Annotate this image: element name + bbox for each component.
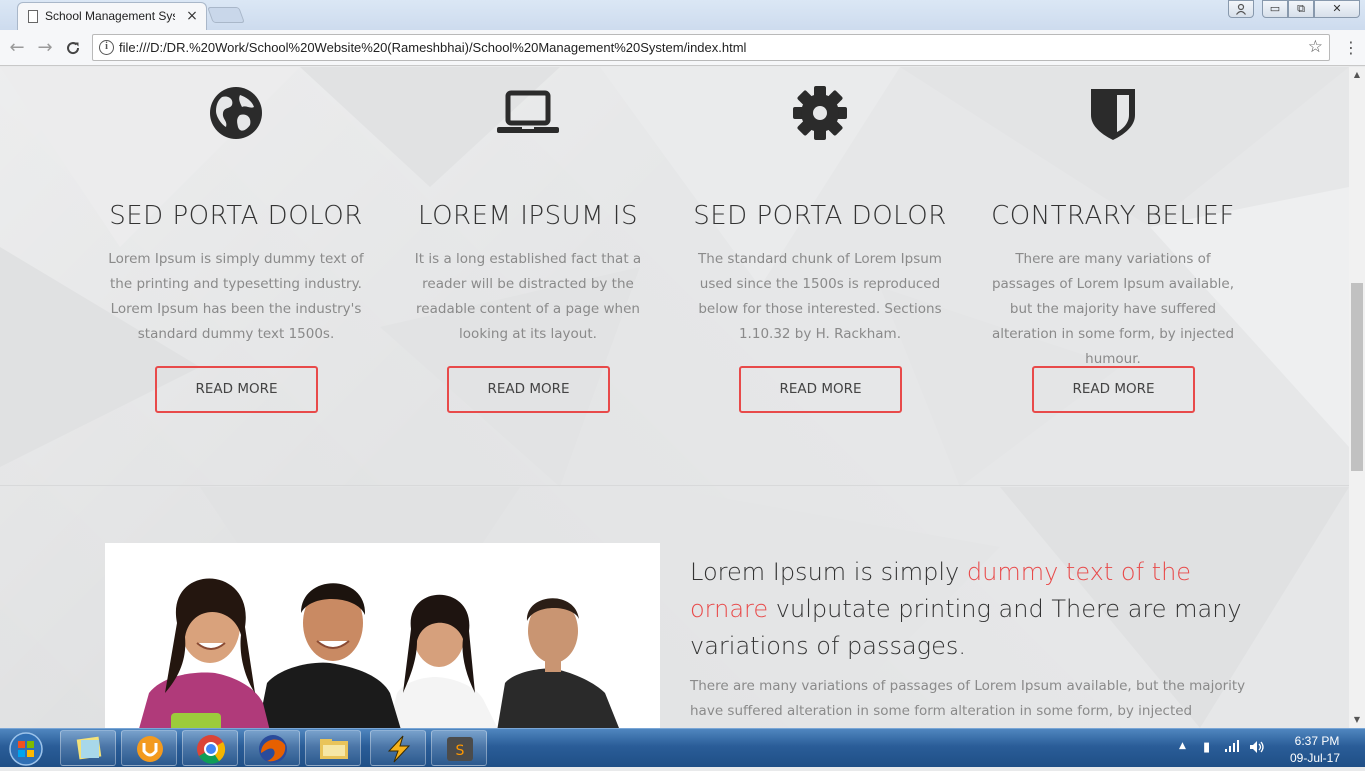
read-more-button[interactable]: READ MORE (739, 366, 902, 413)
feature-text: It is a long established fact that a rea… (414, 251, 642, 342)
bookmark-star-icon[interactable]: ☆ (1308, 37, 1323, 57)
close-window-button[interactable]: ✕ (1314, 0, 1360, 18)
headline-end: vulputate printing and There are many va… (690, 595, 1242, 660)
windows-taskbar: S ▲ ▮ 6:37 PM 09-Jul-17 (0, 728, 1365, 767)
show-hidden-icons-arrow-icon[interactable]: ▲ (1179, 741, 1186, 751)
network-signal-icon[interactable] (1225, 740, 1241, 756)
feature-title: SED PORTA DOLOR (693, 201, 947, 231)
feature-text: The standard chunk of Lorem Ipsum used s… (698, 251, 942, 342)
taskbar-sublime-icon[interactable]: S (431, 730, 487, 766)
address-bar[interactable]: i file:///D:/DR.%20Work/School%20Website… (92, 34, 1330, 61)
globe-icon (210, 87, 262, 139)
taskbar-explorer-icon[interactable] (305, 730, 361, 766)
read-more-button[interactable]: READ MORE (447, 366, 610, 413)
scroll-up-arrow-icon[interactable]: ▲ (1349, 67, 1365, 83)
scroll-down-arrow-icon[interactable]: ▼ (1349, 712, 1365, 728)
clock-date[interactable]: 09-Jul-17 (1283, 751, 1347, 765)
user-profile-icon[interactable] (1228, 0, 1254, 18)
taskbar-uc-browser-icon[interactable] (121, 730, 177, 766)
students-photo (105, 543, 660, 728)
new-tab-button[interactable] (207, 7, 245, 23)
page-icon (28, 10, 38, 23)
browser-tab[interactable]: School Management Sys × (17, 2, 207, 30)
about-body-text: There are many variations of passages of… (690, 678, 1246, 719)
svg-text:S: S (456, 743, 465, 759)
forward-arrow-icon[interactable]: → (34, 37, 56, 59)
read-more-button[interactable]: READ MORE (1032, 366, 1195, 413)
feature-text: There are many variations of passages of… (991, 251, 1235, 367)
taskbar-chrome-icon[interactable] (182, 730, 238, 766)
volume-icon[interactable] (1249, 740, 1265, 758)
minimize-button[interactable]: ▭ (1262, 0, 1288, 18)
taskbar-notes-icon[interactable] (60, 730, 116, 766)
about-headline: Lorem Ipsum is simply dummy text of the … (690, 554, 1270, 665)
back-arrow-icon[interactable]: ← (6, 37, 28, 59)
gear-icon (793, 86, 847, 140)
shield-icon (1091, 89, 1135, 140)
laptop-icon (497, 90, 559, 133)
taskbar-winamp-icon[interactable] (370, 730, 426, 766)
clock-time[interactable]: 6:37 PM (1287, 734, 1347, 748)
battery-icon[interactable]: ▮ (1203, 740, 1210, 755)
browser-menu-icon[interactable]: ⋮ (1343, 38, 1359, 58)
start-button[interactable] (4, 731, 48, 767)
browser-toolbar: ← → i file:///D:/DR.%20Work/School%20Web… (0, 30, 1365, 66)
browser-titlebar: School Management Sys × ▭ ⧉ ✕ (0, 0, 1365, 30)
tab-close-icon[interactable]: × (183, 7, 201, 25)
feature-title: SED PORTA DOLOR (109, 201, 363, 231)
section-divider (0, 485, 1349, 486)
page-scrollbar[interactable]: ▲ ▼ (1349, 67, 1365, 728)
feature-text: Lorem Ipsum is simply dummy text of the … (108, 251, 364, 342)
headline-start: Lorem Ipsum is simply (690, 558, 967, 586)
taskbar-firefox-icon[interactable] (244, 730, 300, 766)
maximize-button[interactable]: ⧉ (1288, 0, 1314, 18)
feature-title: LOREM IPSUM IS (418, 201, 638, 231)
info-icon[interactable]: i (99, 40, 114, 55)
feature-title: CONTRARY BELIEF (991, 201, 1235, 231)
reload-icon[interactable] (62, 37, 84, 59)
read-more-button[interactable]: READ MORE (155, 366, 318, 413)
page-viewport: SED PORTA DOLOR Lorem Ipsum is simply du… (0, 67, 1349, 728)
scroll-thumb[interactable] (1351, 283, 1363, 471)
url-text[interactable]: file:///D:/DR.%20Work/School%20Website%2… (119, 40, 746, 55)
tab-title: School Management Sys (45, 9, 175, 23)
